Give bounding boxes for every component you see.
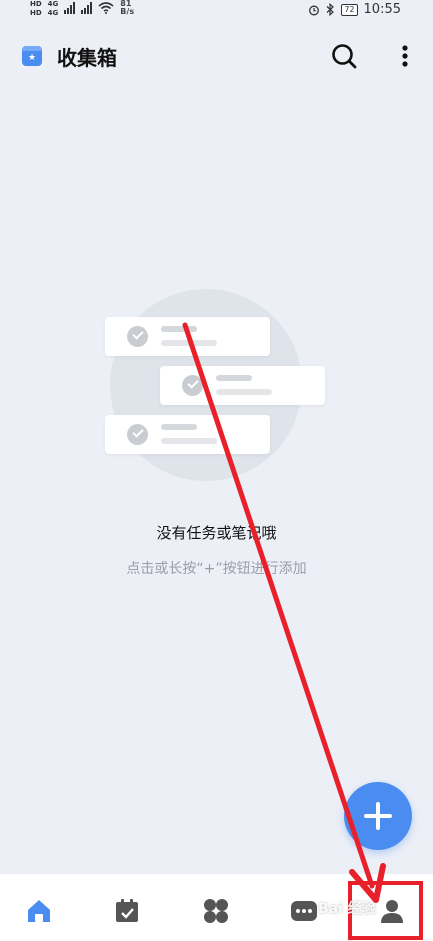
network-speed-unit: B/s: [120, 7, 135, 16]
empty-state-hint: 点击或长按“+”按钮进行添加: [126, 561, 307, 577]
four-squares-icon: [204, 899, 228, 923]
nav-tab-profile[interactable]: [377, 896, 407, 926]
status-system-group: 72 10:55: [308, 2, 401, 17]
battery-indicator: 72: [341, 3, 358, 16]
more-options-button[interactable]: [396, 42, 414, 70]
check-circle-icon: [182, 375, 203, 396]
network-type-2: 4G: [47, 9, 59, 17]
signal-icon-2: [81, 2, 93, 14]
nav-tab-quadrants[interactable]: [201, 896, 231, 926]
illustration-card-1: [105, 317, 270, 356]
network-speed: 81 B/s: [120, 0, 134, 16]
page-title: 收集箱: [57, 46, 117, 70]
check-circle-icon: [127, 326, 148, 347]
signal-icon: [64, 2, 76, 14]
header-bar: ★ 收集箱: [0, 38, 433, 78]
status-bar: HD HD 4G 4G 81 B/s 72 10:55: [0, 0, 433, 22]
illustration-card-2: [160, 366, 325, 405]
check-circle-icon: [127, 424, 148, 445]
baidu-watermark: Bai 经验: [318, 901, 376, 917]
hd-labels: HD HD: [30, 0, 42, 18]
nav-tab-more[interactable]: [289, 896, 319, 926]
star-icon: ★: [27, 53, 37, 63]
illustration-card-3: [105, 415, 270, 454]
network-type-labels: 4G 4G: [48, 0, 59, 18]
search-icon: [332, 44, 357, 69]
bluetooth-icon: [326, 3, 335, 16]
profile-icon: [381, 900, 403, 923]
nav-tab-calendar[interactable]: [112, 896, 142, 926]
search-button[interactable]: [330, 42, 358, 70]
calendar-check-icon: [116, 899, 138, 922]
inbox-app-icon: ★: [22, 46, 42, 66]
more-dots-icon: [291, 901, 317, 921]
nav-tab-home[interactable]: [24, 896, 54, 926]
status-network-group: HD HD 4G 4G 81 B/s: [30, 0, 134, 18]
empty-illustration: [100, 285, 340, 485]
add-fab-button[interactable]: [344, 782, 412, 850]
app-screen: HD HD 4G 4G 81 B/s 72 10:55 ★ 收集箱 没有任务或笔…: [0, 0, 433, 941]
empty-state-title: 没有任务或笔记哦: [156, 524, 277, 542]
status-time: 10:55: [363, 2, 401, 17]
hd-label-top: HD: [30, 0, 42, 8]
hd-label-bottom: HD: [30, 9, 42, 17]
alarm-icon: [309, 5, 320, 15]
wifi-icon: [98, 2, 114, 14]
home-icon: [28, 900, 50, 922]
more-vertical-icon: [402, 45, 408, 67]
network-type-1: 4G: [47, 0, 59, 8]
